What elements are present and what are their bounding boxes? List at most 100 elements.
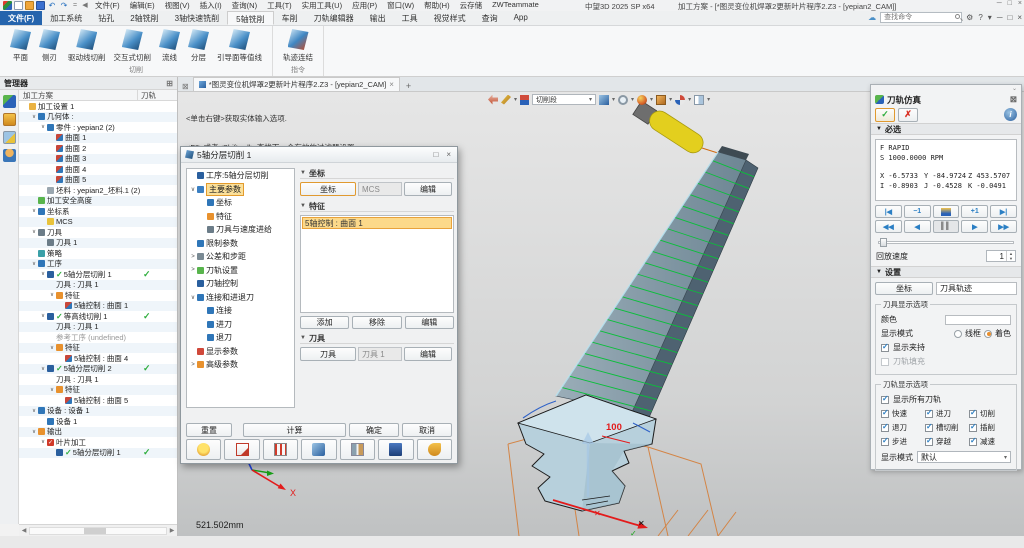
pause-button[interactable]: ▌▌	[933, 220, 960, 233]
section-tool[interactable]: ▼刀具	[300, 333, 454, 344]
tab-close-icon[interactable]: ×	[389, 80, 394, 89]
restore-icon[interactable]: □	[1007, 13, 1012, 22]
checkbox-path-type-7[interactable]	[925, 438, 933, 446]
menu-item-3[interactable]: 插入(I)	[195, 0, 227, 11]
dialog-tree-row-12[interactable]: 退刀	[187, 331, 294, 345]
dialog-tree-row-5[interactable]: 限制参数	[187, 237, 294, 251]
go-end-button[interactable]: ▶|	[990, 205, 1017, 218]
tree-row-23[interactable]: ∨特征	[19, 343, 177, 354]
customize-icon[interactable]: =	[71, 1, 79, 10]
checkbox-path-type-6[interactable]	[881, 438, 889, 446]
hint-bulb-button[interactable]	[186, 439, 221, 460]
tree-expand-icon[interactable]: ∨	[30, 408, 38, 414]
tree-row-30[interactable]: 设备 1	[19, 416, 177, 427]
menu-item-4[interactable]: 查询(N)	[227, 0, 262, 11]
section-coordinate[interactable]: ▼坐标	[300, 168, 454, 179]
tree-row-28[interactable]: 5轴控制 : 曲面 5	[19, 395, 177, 406]
feature-list-selected-item[interactable]: 5轴控制 : 曲面 1	[302, 217, 452, 229]
calculate-button[interactable]: 计算	[243, 423, 346, 437]
tree-row-26[interactable]: 刀具 : 刀具 1	[19, 374, 177, 385]
undo-icon[interactable]: ↶	[47, 1, 57, 10]
tree-expand-icon[interactable]: >	[189, 267, 197, 273]
coordinate-button[interactable]: 坐标	[300, 182, 356, 196]
dialog-tree-row-11[interactable]: 进刀	[187, 318, 294, 332]
tree-row-24[interactable]: 5轴控制 : 曲面 4	[19, 353, 177, 364]
rewind-button[interactable]: ◀◀	[875, 220, 902, 233]
dialog-tree-row-13[interactable]: 显示参数	[187, 345, 294, 359]
tree-expand-icon[interactable]: ∨	[39, 124, 47, 130]
add-button[interactable]: 添加	[300, 316, 349, 329]
section-required[interactable]: ▼必选	[871, 123, 1021, 135]
ribbon-tab-11[interactable]: App	[506, 11, 536, 25]
ribbon-button-1-0[interactable]: 轨迹连结	[279, 27, 317, 65]
tree-expand-icon[interactable]: >	[189, 362, 197, 368]
cam-navigator-icon[interactable]	[3, 95, 16, 108]
ribbon-button-0-1[interactable]: 侧刃	[35, 27, 64, 65]
tree-row-31[interactable]: ∨输出	[19, 427, 177, 438]
ribbon-tab-7[interactable]: 输出	[362, 11, 394, 25]
cutting-tool[interactable]	[632, 98, 707, 156]
remove-button[interactable]: 移除	[352, 316, 401, 329]
cancel-button[interactable]: ✗	[898, 108, 918, 122]
dialog-tree-row-3[interactable]: 特征	[187, 210, 294, 224]
new-tab-button[interactable]: +	[400, 81, 417, 91]
dialog-tree-row-2[interactable]: 坐标	[187, 196, 294, 210]
ok-button[interactable]: 确定	[349, 423, 399, 437]
tree-row-17[interactable]: 刀具 : 刀具 1	[19, 280, 177, 291]
menu-item-2[interactable]: 视图(V)	[160, 0, 195, 11]
step-back-button[interactable]: −1	[904, 205, 931, 218]
ribbon-tab-1[interactable]: 钻孔	[90, 11, 122, 25]
tree-row-5[interactable]: 曲面 3	[19, 154, 177, 165]
scroll-left-icon[interactable]: ◀	[19, 527, 29, 534]
radio-shaded[interactable]	[984, 330, 992, 338]
tree-row-4[interactable]: 曲面 2	[19, 143, 177, 154]
tool-color-swatch[interactable]	[945, 315, 1011, 325]
menu-item-8[interactable]: 窗口(W)	[382, 0, 419, 11]
display-mode-dropdown[interactable]: 默认 ▾	[917, 451, 1011, 463]
checkbox-path-type-5[interactable]	[969, 424, 977, 432]
cloud-icon[interactable]: ☁	[868, 13, 876, 22]
ribbon-tab-3[interactable]: 3轴快速铣削	[167, 11, 227, 25]
rollback-button[interactable]	[417, 439, 452, 460]
tree-expand-icon[interactable]: ∨	[39, 271, 47, 277]
minimize-icon[interactable]: ─	[997, 0, 1002, 7]
section-settings[interactable]: ▼设置	[871, 266, 1021, 278]
fast-forward-button[interactable]: ▶▶	[990, 220, 1017, 233]
slider-track[interactable]	[878, 241, 1014, 244]
confirm-button[interactable]: ✓	[875, 108, 895, 122]
minimize-icon[interactable]: ─	[997, 13, 1003, 22]
document-tab[interactable]: *图灵变位机焊罩2更新叶片程序2.Z3 - [yepian2_CAM] ×	[193, 77, 400, 91]
toolpath-button[interactable]	[263, 439, 298, 460]
gear-icon[interactable]: ⚙	[966, 13, 973, 22]
save-icon[interactable]	[36, 1, 45, 10]
jump-toolpath-button[interactable]	[933, 205, 960, 218]
view-cube-icon[interactable]	[599, 95, 609, 105]
track-field[interactable]: 刀具轨迹	[936, 282, 1017, 295]
dialog-tree-row-9[interactable]: ∨连接和进退刀	[187, 291, 294, 305]
menu-item-0[interactable]: 文件(F)	[90, 0, 125, 11]
dialog-tree-row-0[interactable]: 工序:5轴分层切削	[187, 169, 294, 183]
dialog-close-icon[interactable]: ×	[444, 150, 453, 159]
tree-row-12[interactable]: ∨刀具	[19, 227, 177, 238]
edit-button[interactable]: 编辑	[405, 316, 454, 329]
slider-thumb[interactable]	[880, 238, 887, 247]
tree-row-6[interactable]: 曲面 4	[19, 164, 177, 175]
edit-note-button[interactable]	[224, 439, 259, 460]
dialog-tree-row-4[interactable]: 刀具与速度进给	[187, 223, 294, 237]
menu-item-6[interactable]: 实用工具(U)	[297, 0, 347, 11]
orientation-icon[interactable]	[675, 95, 685, 105]
ribbon-button-0-6[interactable]: 引导面等值线	[213, 27, 266, 65]
dialog-tree-row-1[interactable]: ∨主要参数	[187, 183, 294, 197]
search-input[interactable]	[880, 12, 962, 23]
tree-row-3[interactable]: 曲面 1	[19, 133, 177, 144]
tree-row-20[interactable]: ∨✓等高线切削 1✓	[19, 311, 177, 322]
play-button[interactable]: ▶	[961, 220, 988, 233]
collapse-icon[interactable]: ⌄	[1012, 85, 1017, 93]
tree-row-29[interactable]: ∨设备 : 设备 1	[19, 406, 177, 417]
exit-icon[interactable]	[488, 95, 498, 105]
checkbox-path-type-8[interactable]	[969, 438, 977, 446]
ribbon-button-0-5[interactable]: 分层	[184, 27, 213, 65]
tree-row-8[interactable]: 坯料 : yepian2_坯料.1 (2)	[19, 185, 177, 196]
tree-row-11[interactable]: MCS	[19, 217, 177, 228]
dialog-tree-row-10[interactable]: 连接	[187, 304, 294, 318]
